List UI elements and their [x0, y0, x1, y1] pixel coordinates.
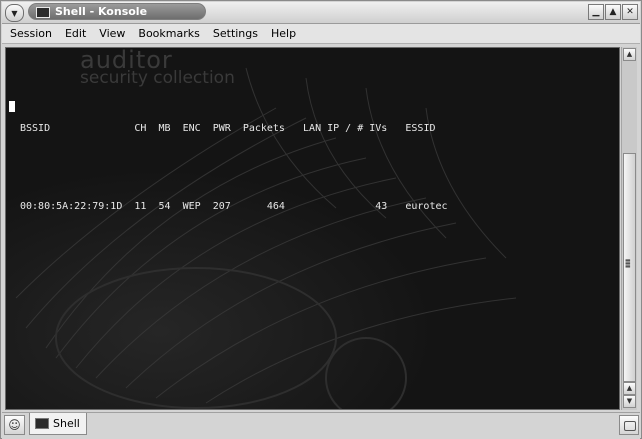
- window-title: Shell - Konsole: [55, 5, 148, 18]
- text-cursor: [9, 101, 15, 112]
- tab-bar: ☺ Shell: [2, 412, 640, 439]
- header-mb: MB: [158, 123, 171, 134]
- vertical-scrollbar[interactable]: ▲ ▬ ▬ ▬ ▲ ▼: [621, 47, 637, 410]
- window-title-pill: Shell - Konsole: [28, 3, 206, 20]
- close-session-button[interactable]: [619, 415, 639, 435]
- menu-bar: Session Edit View Bookmarks Settings Hel…: [2, 24, 640, 44]
- menu-settings[interactable]: Settings: [207, 27, 264, 40]
- scroll-up-button[interactable]: ▲: [623, 48, 636, 61]
- terminal-area[interactable]: auditor security collection BSSID CH MB …: [5, 47, 620, 410]
- new-session-icon: ☺: [8, 418, 21, 432]
- minimize-button[interactable]: ▁: [588, 4, 604, 20]
- maximize-icon: ▲: [609, 7, 617, 17]
- header-enc: ENC: [182, 123, 201, 134]
- scroll-down-button[interactable]: ▼: [623, 395, 636, 408]
- konsole-window: ▼ Shell - Konsole ▁ ▲ ✕ Session Edit Vie…: [0, 0, 642, 439]
- close-icon: ✕: [626, 7, 634, 17]
- new-session-button[interactable]: ☺: [4, 415, 25, 435]
- tab-shell[interactable]: Shell: [29, 413, 87, 435]
- row-bssid: 00:80:5A:22:79:1D: [20, 201, 123, 212]
- header-ch: CH: [134, 123, 147, 134]
- header-bssid: BSSID: [20, 123, 51, 134]
- menu-edit[interactable]: Edit: [59, 27, 92, 40]
- menu-view[interactable]: View: [93, 27, 131, 40]
- grip-icon: ▬ ▬ ▬: [625, 257, 631, 270]
- terminal-icon: [36, 7, 50, 18]
- arrow-up-icon: ▲: [626, 50, 633, 58]
- terminal-output: BSSID CH MB ENC PWR Packets LAN IP / # I…: [20, 64, 448, 272]
- window-menu-button[interactable]: ▼: [5, 4, 24, 22]
- scroll-up-button-lower[interactable]: ▲: [623, 382, 636, 395]
- title-bar[interactable]: ▼ Shell - Konsole ▁ ▲ ✕: [2, 2, 640, 24]
- row-essid: eurotec: [405, 201, 448, 212]
- menu-bookmarks[interactable]: Bookmarks: [132, 27, 205, 40]
- row-packets: 464: [266, 201, 285, 212]
- arrow-down-icon: ▼: [626, 397, 633, 405]
- close-button[interactable]: ✕: [622, 4, 638, 20]
- arrow-up-icon: ▲: [626, 384, 633, 392]
- header-lan-ip-ivs: LAN IP / # IVs: [303, 123, 388, 134]
- tab-label: Shell: [53, 417, 80, 430]
- header-essid: ESSID: [405, 123, 436, 134]
- terminal-icon: [35, 418, 49, 429]
- header-packets: Packets: [242, 123, 285, 134]
- menu-help[interactable]: Help: [265, 27, 302, 40]
- output-data-row: 00:80:5A:22:79:1D 11 54 WEP 207 464 43 e…: [20, 194, 448, 220]
- chevron-down-icon: ▼: [11, 8, 18, 18]
- row-pwr: 207: [212, 201, 231, 212]
- row-mb: 54: [158, 201, 171, 212]
- row-ivs: 43: [375, 201, 388, 212]
- menu-session[interactable]: Session: [2, 27, 58, 40]
- maximize-button[interactable]: ▲: [605, 4, 621, 20]
- header-pwr: PWR: [212, 123, 231, 134]
- output-header-row: BSSID CH MB ENC PWR Packets LAN IP / # I…: [20, 116, 448, 142]
- row-enc: WEP: [182, 201, 201, 212]
- row-ch: 11: [134, 201, 147, 212]
- minimize-icon: ▁: [592, 7, 600, 17]
